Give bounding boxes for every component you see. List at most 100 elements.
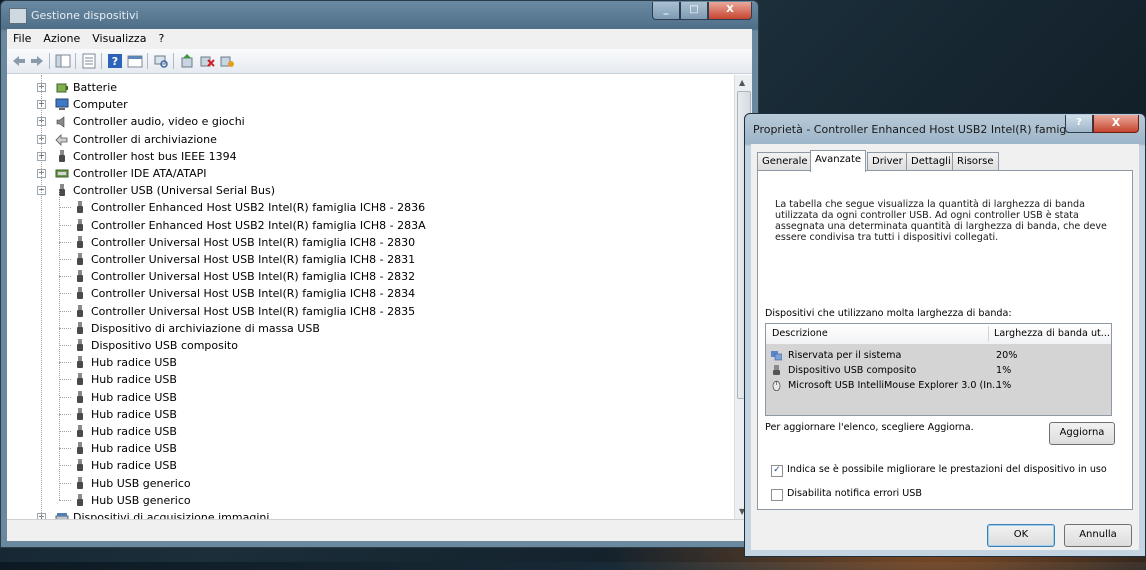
tree-connector-line bbox=[59, 482, 71, 484]
tree-item-label: Controller Universal Host USB Intel(R) f… bbox=[91, 253, 416, 266]
minimize-button[interactable]: _ bbox=[652, 2, 680, 20]
tree-item-label: Controller Universal Host USB Intel(R) f… bbox=[91, 270, 416, 284]
tree-item-label: Hub radice USB bbox=[91, 459, 177, 473]
update-driver-icon[interactable] bbox=[179, 53, 195, 69]
window-title: Gestione dispositivi bbox=[31, 9, 139, 22]
tree-connector-line bbox=[59, 499, 71, 501]
ide-icon bbox=[55, 169, 69, 178]
maximize-button[interactable]: □ bbox=[680, 2, 708, 20]
device-manager-app-icon bbox=[9, 8, 27, 24]
dialog-close-button[interactable]: X bbox=[1093, 115, 1139, 133]
ok-button[interactable]: OK bbox=[987, 524, 1055, 547]
tree-item-label: Controller audio, video e giochi bbox=[73, 115, 245, 129]
list-item[interactable]: Riservata per il sistema 20% bbox=[768, 348, 1108, 363]
column-larghezza[interactable]: Larghezza di banda ut... bbox=[994, 328, 1110, 339]
tab-avanzate[interactable]: Avanzate bbox=[810, 150, 867, 172]
usb-plug-icon bbox=[77, 304, 83, 317]
tree-item-label: Hub radice USB bbox=[91, 407, 177, 421]
usb-plug-icon bbox=[77, 442, 83, 455]
list-label: Dispositivi che utilizzano molta larghez… bbox=[765, 308, 1012, 319]
usb-plug-icon bbox=[77, 235, 83, 248]
dialog-title: Proprietà - Controller Enhanced Host USB… bbox=[753, 123, 1097, 136]
close-button[interactable]: X bbox=[708, 2, 752, 20]
tree-item-label: Controller Universal Host USB Intel(R) f… bbox=[91, 304, 416, 318]
tree-connector-line bbox=[59, 310, 71, 312]
annulla-button[interactable]: Annulla bbox=[1064, 524, 1132, 547]
tab-dettagli[interactable]: Dettagli bbox=[906, 152, 956, 171]
tree-connector-line bbox=[59, 345, 71, 346]
usb-plug-icon bbox=[77, 407, 83, 420]
menu-help[interactable]: ? bbox=[152, 29, 170, 48]
usb-plug-icon bbox=[77, 476, 83, 489]
mouse-icon bbox=[772, 380, 781, 391]
notify-checkbox-label: Disabilita notifica errori USB bbox=[787, 488, 922, 499]
tree-connector-line bbox=[59, 293, 71, 295]
usb-plug-icon bbox=[77, 321, 83, 334]
device-tree: + Batterie + Computer + Controller audio, vid… bbox=[7, 75, 734, 519]
usb-plug-icon bbox=[77, 493, 83, 506]
tree-item-label: Controller Universal Host USB Intel(R) f… bbox=[91, 287, 416, 301]
disable-device-icon[interactable] bbox=[219, 53, 235, 69]
back-arrow-icon[interactable] bbox=[11, 53, 27, 69]
performance-checkbox-label: Indica se è possibile migliorare le pres… bbox=[787, 464, 1107, 475]
tree-item-label: Hub radice USB bbox=[91, 356, 177, 370]
tab-generale[interactable]: Generale bbox=[757, 152, 813, 171]
usb-plug-icon bbox=[77, 339, 83, 351]
title-bar[interactable]: Gestione dispositivi _ □ X bbox=[1, 1, 758, 29]
usb-plug-icon bbox=[77, 218, 83, 231]
tree-connector-line bbox=[59, 431, 71, 432]
tree-item-label: Dispositivo di archiviazione di massa US… bbox=[91, 321, 320, 335]
battery-icon bbox=[56, 83, 68, 93]
tree-connector-line bbox=[59, 396, 71, 398]
notify-checkbox[interactable] bbox=[771, 489, 783, 501]
tab-risorse[interactable]: Risorse bbox=[952, 152, 999, 171]
description-text: La tabella che segue visualizza la quant… bbox=[775, 199, 1107, 243]
console-tree-icon[interactable] bbox=[55, 53, 71, 69]
aggiorna-button[interactable]: Aggiorna bbox=[1049, 422, 1115, 445]
scan-hardware-icon[interactable] bbox=[153, 53, 169, 69]
tree-item-label: Controller host bus IEEE 1394 bbox=[73, 149, 237, 163]
tree-connector-line bbox=[59, 362, 71, 364]
usb-plug-icon bbox=[77, 390, 83, 403]
svg-text:?: ? bbox=[112, 55, 118, 68]
toolbar: ? bbox=[7, 49, 752, 74]
list-item[interactable]: Dispositivo USB composito 1% bbox=[768, 363, 1108, 378]
usb-plug-icon bbox=[77, 253, 83, 265]
menu-visualizza[interactable]: Visualizza bbox=[86, 29, 152, 48]
status-bar bbox=[7, 519, 752, 541]
tree-connector-line bbox=[59, 207, 71, 209]
tree-item-label: Dispositivi di acquisizione immagini bbox=[73, 511, 270, 519]
tree-item-label: Hub radice USB bbox=[91, 373, 177, 387]
tree-item-label: Hub USB generico bbox=[91, 476, 191, 490]
speaker-icon bbox=[56, 116, 65, 128]
system-icon bbox=[771, 351, 782, 361]
column-descrizione[interactable]: Descrizione bbox=[772, 328, 828, 339]
menu-bar: File Azione Visualizza? bbox=[7, 29, 752, 50]
tree-item-label: Dispositivo USB composito bbox=[91, 339, 238, 352]
bandwidth-list[interactable]: Descrizione Larghezza di banda ut... Ris… bbox=[765, 323, 1112, 416]
dialog-help-button[interactable]: ? bbox=[1065, 115, 1093, 133]
tab-driver[interactable]: Driver bbox=[867, 152, 908, 171]
refresh-hint: Per aggiornare l'elenco, scegliere Aggio… bbox=[765, 422, 974, 433]
usb-plug-icon bbox=[77, 201, 83, 214]
view-icon[interactable] bbox=[127, 53, 143, 69]
tree-connector-line bbox=[59, 379, 71, 381]
help-icon[interactable]: ? bbox=[107, 53, 123, 69]
menu-file[interactable]: File bbox=[7, 29, 37, 48]
list-item[interactable]: Microsoft USB IntelliMouse Explorer 3.0 … bbox=[768, 378, 1108, 393]
tree-connector-line bbox=[59, 224, 71, 226]
menu-azione[interactable]: Azione bbox=[37, 29, 86, 48]
tree-item-label: Computer bbox=[73, 98, 128, 112]
properties-sheet-icon[interactable] bbox=[81, 53, 97, 69]
tree-item-label: Hub radice USB bbox=[91, 425, 177, 438]
tree-item-label: Controller USB (Universal Serial Bus) bbox=[73, 184, 276, 198]
tree-connector-line bbox=[59, 241, 71, 243]
tree-connector-line bbox=[59, 259, 71, 260]
uninstall-icon[interactable] bbox=[199, 53, 215, 69]
performance-checkbox[interactable]: ✓ bbox=[771, 465, 783, 477]
tree-connector-line bbox=[59, 465, 71, 467]
tree-item-label: Batterie bbox=[73, 81, 118, 94]
forward-arrow-icon[interactable] bbox=[29, 53, 45, 69]
tree-item-label: Hub radice USB bbox=[91, 390, 177, 404]
scroll-up-arrow-icon[interactable]: ▲ bbox=[739, 78, 745, 87]
